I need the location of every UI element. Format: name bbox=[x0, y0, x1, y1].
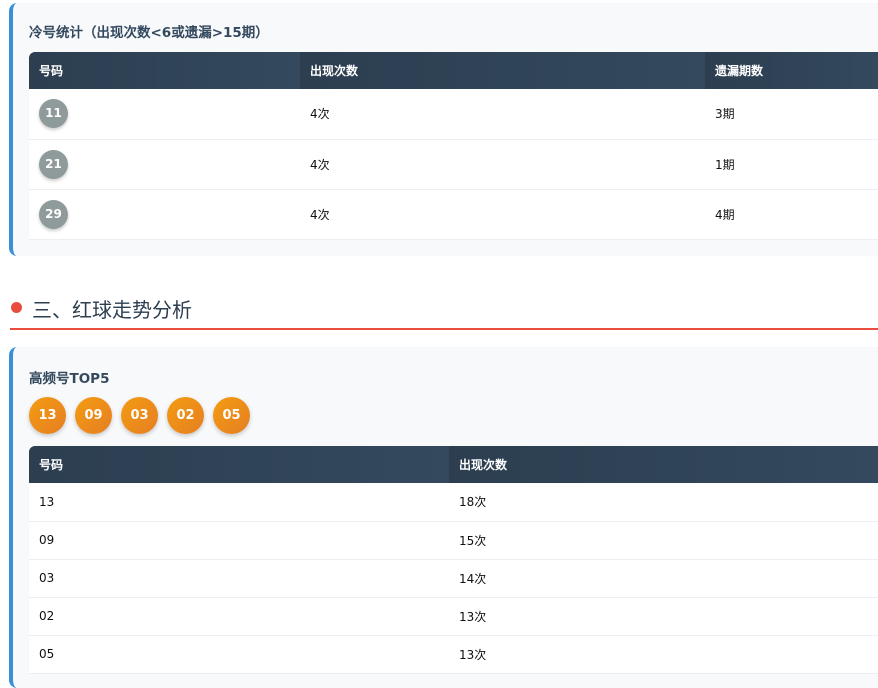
col-count: 出现次数 bbox=[300, 52, 705, 89]
table-row: 03 14次 bbox=[29, 559, 878, 598]
table-row: 29 4次 4期 bbox=[29, 189, 878, 240]
table-row: 02 13次 bbox=[29, 597, 878, 636]
miss-cell: 1期 bbox=[705, 139, 878, 190]
col-count: 出现次数 bbox=[449, 446, 878, 483]
hot-ball: 05 bbox=[213, 397, 250, 434]
number-cell: 03 bbox=[29, 559, 449, 598]
count-cell: 13次 bbox=[449, 635, 878, 674]
number-cell: 05 bbox=[29, 635, 449, 674]
hot-ball: 09 bbox=[75, 397, 112, 434]
table-row: 09 15次 bbox=[29, 521, 878, 560]
number-cell: 02 bbox=[29, 597, 449, 636]
table-row: 21 4次 1期 bbox=[29, 139, 878, 190]
section-title: 三、红球走势分析 bbox=[32, 298, 192, 322]
table-row: 11 4次 3期 bbox=[29, 89, 878, 140]
number-cell: 09 bbox=[29, 521, 449, 560]
count-cell: 13次 bbox=[449, 597, 878, 636]
count-cell: 18次 bbox=[449, 483, 878, 522]
count-cell: 4次 bbox=[300, 139, 705, 190]
cold-card-title: 冷号统计（出现次数<6或遗漏>15期） bbox=[29, 25, 269, 41]
cold-number-card: 冷号统计（出现次数<6或遗漏>15期） 号码 出现次数 遗漏期数 11 4次 3期 … bbox=[9, 3, 878, 256]
table-row: 05 13次 bbox=[29, 635, 878, 674]
number-ball: 11 bbox=[39, 99, 68, 129]
count-cell: 4次 bbox=[300, 89, 705, 140]
hot-ball: 02 bbox=[167, 397, 204, 434]
count-cell: 4次 bbox=[300, 189, 705, 240]
cold-table: 号码 出现次数 遗漏期数 11 4次 3期 21 4次 1期 29 4次 4期 bbox=[29, 52, 878, 240]
hot-table: 号码 出现次数 13 18次 09 15次 03 14次 02 13次 05 13次 bbox=[29, 446, 878, 674]
hot-card-title: 高频号TOP5 bbox=[29, 371, 110, 387]
table-row: 13 18次 bbox=[29, 483, 878, 522]
miss-cell: 3期 bbox=[705, 89, 878, 140]
top5-balls: 13 09 03 02 05 bbox=[29, 397, 878, 446]
section-heading: 三、红球走势分析 bbox=[10, 292, 878, 330]
number-ball: 21 bbox=[39, 149, 68, 179]
hot-ball: 03 bbox=[121, 397, 158, 434]
col-miss: 遗漏期数 bbox=[705, 52, 878, 89]
count-cell: 15次 bbox=[449, 521, 878, 560]
hot-ball: 13 bbox=[29, 397, 66, 434]
count-cell: 14次 bbox=[449, 559, 878, 598]
red-dot-icon bbox=[11, 302, 22, 313]
number-cell: 13 bbox=[29, 483, 449, 522]
col-number: 号码 bbox=[29, 52, 300, 89]
miss-cell: 4期 bbox=[705, 189, 878, 240]
number-ball: 29 bbox=[39, 199, 68, 229]
hot-number-card: 高频号TOP5 13 09 03 02 05 号码 出现次数 13 18次 09 15次 0… bbox=[9, 347, 878, 688]
col-number: 号码 bbox=[29, 446, 449, 483]
